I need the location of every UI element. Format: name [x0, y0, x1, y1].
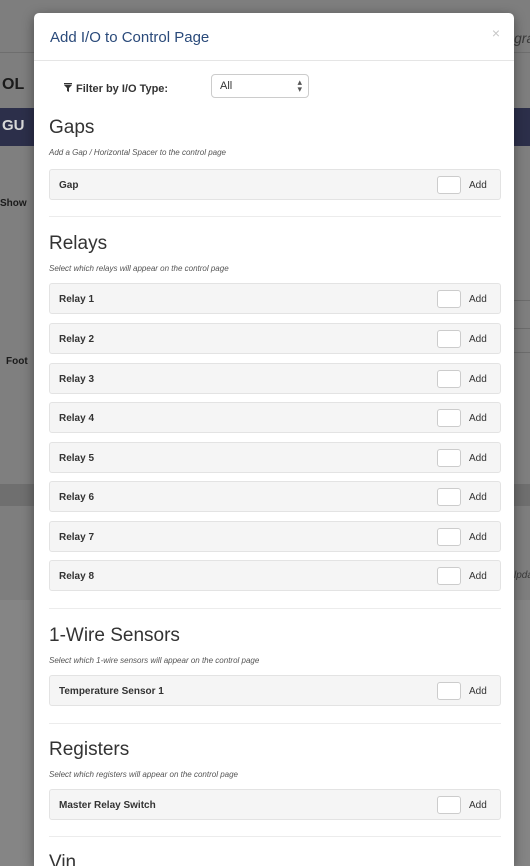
add-checkbox[interactable] [437, 409, 461, 427]
background-line [514, 352, 530, 353]
io-label: Relay 1 [59, 294, 95, 305]
select-arrows-icon: ▴ ▾ [297, 77, 302, 94]
list-item-master-relay-switch: Master Relay Switch Add [49, 789, 501, 820]
background-show-fragment: Show [0, 198, 27, 209]
section-title: Relays [49, 233, 108, 254]
add-label: Add [469, 453, 487, 464]
add-checkbox[interactable] [437, 488, 461, 506]
section-description: Select which 1-wire sensors will appear … [49, 656, 260, 665]
section-divider [49, 723, 501, 724]
section-title: Vin [49, 852, 77, 866]
add-label: Add [469, 532, 487, 543]
add-label: Add [469, 294, 487, 305]
list-item-gap: Gap Add [49, 169, 501, 200]
io-label: Relay 4 [59, 413, 95, 424]
io-label: Relay 7 [59, 532, 95, 543]
filter-row: Filter by I/O Type: All ▴ ▾ [34, 61, 514, 106]
list-item-relay-3: Relay 3 Add [49, 363, 501, 394]
io-label: Master Relay Switch [59, 800, 156, 811]
io-label: Relay 3 [59, 374, 95, 385]
add-checkbox[interactable] [437, 370, 461, 388]
add-checkbox[interactable] [437, 567, 461, 585]
add-label: Add [469, 492, 487, 503]
io-label: Temperature Sensor 1 [59, 686, 164, 697]
list-item-relay-1: Relay 1 Add [49, 283, 501, 314]
list-item-relay-7: Relay 7 Add [49, 521, 501, 552]
section-title: Gaps [49, 117, 95, 138]
section-description: Add a Gap / Horizontal Spacer to the con… [49, 148, 226, 157]
section-title: 1-Wire Sensors [49, 625, 180, 646]
list-item-temperature-sensor-1: Temperature Sensor 1 Add [49, 675, 501, 706]
section-divider [49, 608, 501, 609]
list-item-relay-6: Relay 6 Add [49, 481, 501, 512]
list-item-relay-4: Relay 4 Add [49, 402, 501, 433]
list-item-relay-8: Relay 8 Add [49, 560, 501, 591]
add-label: Add [469, 800, 487, 811]
section-divider [49, 216, 501, 217]
add-checkbox[interactable] [437, 330, 461, 348]
section-divider [49, 836, 501, 837]
background-bar-fragment: GU [2, 117, 25, 134]
add-checkbox[interactable] [437, 682, 461, 700]
background-line [514, 300, 530, 301]
add-label: Add [469, 374, 487, 385]
add-checkbox[interactable] [437, 176, 461, 194]
close-icon[interactable]: × [492, 25, 500, 41]
section-title: Registers [49, 739, 130, 760]
add-checkbox[interactable] [437, 528, 461, 546]
io-label: Relay 6 [59, 492, 95, 503]
section-description: Select which relays will appear on the c… [49, 264, 229, 273]
add-checkbox[interactable] [437, 449, 461, 467]
background-title-fragment: OL [2, 76, 25, 93]
io-type-select[interactable]: All ▴ ▾ [211, 74, 309, 98]
section-description: Select which registers will appear on th… [49, 770, 238, 779]
background-foot-fragment: Foot [6, 356, 28, 367]
modal-header: Add I/O to Control Page × [34, 13, 514, 61]
add-checkbox[interactable] [437, 796, 461, 814]
list-item-relay-5: Relay 5 Add [49, 442, 501, 473]
filter-icon [64, 83, 72, 95]
add-label: Add [469, 180, 487, 191]
io-label: Relay 2 [59, 334, 95, 345]
io-type-selected-value: All [220, 80, 233, 92]
add-io-modal: Add I/O to Control Page × Filter by I/O … [34, 13, 514, 866]
filter-label: Filter by I/O Type: [76, 83, 169, 95]
add-label: Add [469, 686, 487, 697]
background-line [514, 328, 530, 329]
add-label: Add [469, 413, 487, 424]
add-checkbox[interactable] [437, 290, 461, 308]
io-label: Gap [59, 180, 79, 191]
add-label: Add [469, 334, 487, 345]
background-top-right-text: gra [514, 30, 530, 46]
modal-title: Add I/O to Control Page [50, 29, 210, 46]
io-label: Relay 8 [59, 571, 95, 582]
list-item-relay-2: Relay 2 Add [49, 323, 501, 354]
background-update-fragment: lpda [514, 570, 530, 581]
io-label: Relay 5 [59, 453, 95, 464]
add-label: Add [469, 571, 487, 582]
